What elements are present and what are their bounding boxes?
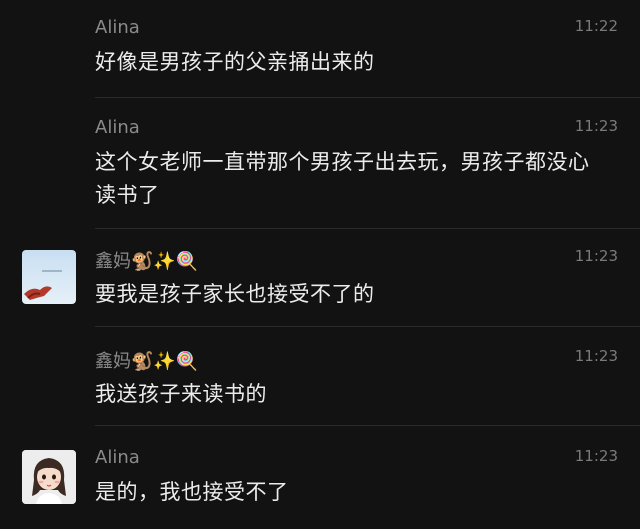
message-text: 我送孩子来读书的	[95, 382, 267, 406]
cartoon-girl-avatar-icon	[22, 450, 76, 504]
message-time: 11:23	[574, 117, 618, 135]
sender-name: 鑫妈🐒✨🍭	[95, 251, 199, 272]
divider	[95, 97, 640, 98]
sky-photo-avatar-icon	[22, 250, 76, 304]
avatar[interactable]	[22, 250, 76, 304]
message-text: 要我是孩子家长也接受不了的	[95, 282, 375, 306]
message-time: 11:22	[574, 17, 618, 35]
divider	[95, 425, 640, 426]
divider	[95, 228, 640, 229]
message-time: 11:23	[574, 447, 618, 465]
sender-name: Alina	[95, 17, 140, 38]
message-text: 好像是男孩子的父亲捅出来的	[95, 50, 375, 74]
message-time: 11:23	[574, 347, 618, 365]
divider	[95, 326, 640, 327]
sender-name: Alina	[95, 447, 140, 468]
sender-name: Alina	[95, 117, 140, 138]
message-time: 11:23	[574, 247, 618, 265]
message-text: 这个女老师一直带那个男孩子出去玩，男孩子都没心读书了	[95, 150, 590, 207]
avatar[interactable]	[22, 450, 76, 504]
sender-name: 鑫妈🐒✨🍭	[95, 351, 199, 372]
message-text: 是的，我也接受不了	[95, 480, 289, 504]
